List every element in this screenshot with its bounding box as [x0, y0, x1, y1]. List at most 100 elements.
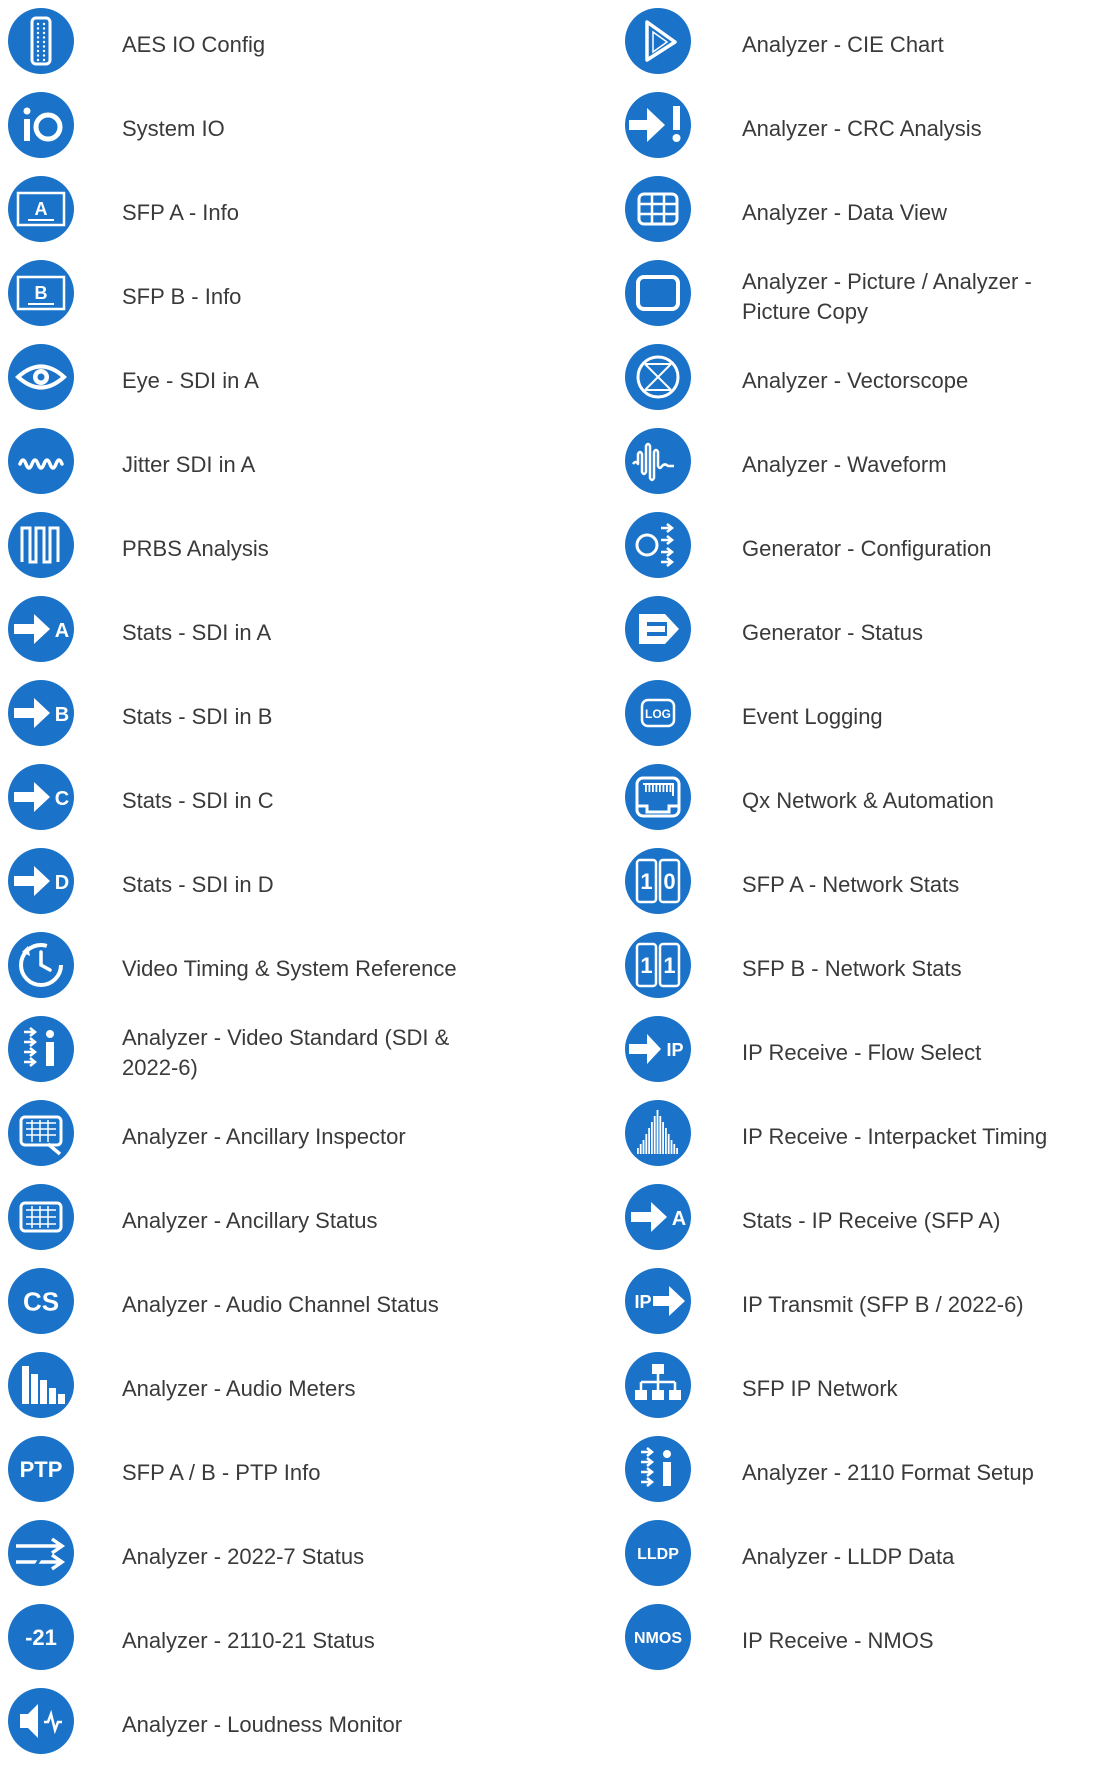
svg-text:A: A [55, 620, 69, 642]
list-item[interactable]: Analyzer - Waveform [560, 424, 1099, 508]
item-label: Analyzer - 2110 Format Setup [742, 1460, 1034, 1485]
item-label: Analyzer - 2022-7 Status [122, 1544, 365, 1569]
list-item[interactable]: -21 Analyzer - 2110-21 Status [0, 1600, 540, 1684]
list-item[interactable]: AES IO Config [0, 4, 540, 88]
svg-text:A: A [672, 1208, 686, 1230]
svg-text:IP: IP [634, 1292, 651, 1312]
item-label: Qx Network & Automation [742, 788, 994, 813]
item-label: Analyzer - CRC Analysis [742, 116, 982, 141]
svg-text:D: D [55, 872, 69, 894]
nmos-icon: NMOS [625, 1604, 691, 1670]
arrow-c-icon: C [8, 764, 74, 830]
list-item[interactable]: LOG Event Logging [560, 676, 1099, 760]
list-item[interactable]: Analyzer - CRC Analysis [560, 88, 1099, 172]
list-item[interactable]: C Stats - SDI in C [0, 760, 540, 844]
list-item[interactable]: Analyzer - Video Standard (SDI & 2022-6) [0, 1012, 540, 1096]
grid-table-icon [625, 176, 691, 242]
list-item[interactable]: 1 1 SFP B - Network Stats [560, 928, 1099, 1012]
item-label: Stats - SDI in C [122, 788, 274, 813]
list-item[interactable]: 1 0 SFP A - Network Stats [560, 844, 1099, 928]
icon-text: CS [23, 1286, 59, 1316]
list-item[interactable]: IP IP Transmit (SFP B / 2022-6) [560, 1264, 1099, 1348]
svg-text:IP: IP [666, 1040, 683, 1060]
cs-icon: CS [8, 1268, 74, 1334]
lldp-icon: LLDP [625, 1520, 691, 1586]
aes-connector-icon [8, 8, 74, 74]
arrows-info-icon [625, 1436, 691, 1502]
list-item[interactable]: PRBS Analysis [0, 508, 540, 592]
minus-21-icon: -21 [8, 1604, 74, 1670]
item-label: SFP B - Network Stats [742, 956, 962, 981]
list-item[interactable]: A Stats - IP Receive (SFP A) [560, 1180, 1099, 1264]
list-item[interactable]: Analyzer - Vectorscope [560, 340, 1099, 424]
list-item[interactable]: Analyzer - CIE Chart [560, 4, 1099, 88]
list-item[interactable]: Qx Network & Automation [560, 760, 1099, 844]
item-label: Analyzer - Data View [742, 200, 948, 225]
arrow-alert-icon [625, 92, 691, 158]
ancillary-inspector-icon [8, 1100, 74, 1166]
log-icon: LOG [625, 680, 691, 746]
list-item[interactable]: Generator - Configuration [560, 508, 1099, 592]
list-item[interactable]: PTP SFP A / B - PTP Info [0, 1432, 540, 1516]
item-label: Analyzer - Vectorscope [742, 368, 969, 393]
list-item[interactable]: Jitter SDI in A [0, 424, 540, 508]
list-item[interactable]: B SFP B - Info [0, 256, 540, 340]
list-item[interactable]: IP Receive - Interpacket Timing [560, 1096, 1099, 1180]
item-label: Stats - SDI in A [122, 620, 272, 645]
waveform-icon [625, 428, 691, 494]
list-item[interactable]: Generator - Status [560, 592, 1099, 676]
list-item[interactable]: NMOS IP Receive - NMOS [560, 1600, 1099, 1684]
list-item[interactable]: IP IP Receive - Flow Select [560, 1012, 1099, 1096]
item-label: IP Receive - NMOS [742, 1628, 934, 1653]
item-label: Analyzer - Ancillary Inspector [122, 1124, 406, 1149]
svg-text:1: 1 [663, 953, 675, 978]
item-label: Analyzer - CIE Chart [742, 32, 944, 57]
item-label: Analyzer - Waveform [742, 452, 947, 477]
list-item[interactable]: System IO [0, 88, 540, 172]
item-label: System IO [122, 116, 225, 141]
item-label: Analyzer - Loudness Monitor [122, 1712, 403, 1737]
item-label: Jitter SDI in A [122, 452, 256, 477]
item-label: Generator - Status [742, 620, 923, 645]
arrow-b-icon: B [8, 680, 74, 746]
generator-config-icon [625, 512, 691, 578]
item-label: Analyzer - LLDP Data [742, 1544, 955, 1569]
svg-text:1: 1 [640, 953, 652, 978]
sfp-a-icon: A [8, 176, 74, 242]
list-item[interactable]: Analyzer - Loudness Monitor [0, 1684, 540, 1768]
item-label: Analyzer - Ancillary Status [122, 1208, 378, 1233]
list-item[interactable]: Analyzer - 2022-7 Status [0, 1516, 540, 1600]
list-item[interactable]: Analyzer - Ancillary Inspector [0, 1096, 540, 1180]
list-item[interactable]: A Stats - SDI in A [0, 592, 540, 676]
list-item[interactable]: B Stats - SDI in B [0, 676, 540, 760]
clock-refresh-icon [8, 932, 74, 998]
list-item[interactable]: Analyzer - Audio Meters [0, 1348, 540, 1432]
prbs-pulse-icon [8, 512, 74, 578]
item-label: PRBS Analysis [122, 536, 269, 561]
icon-text: NMOS [634, 1630, 682, 1647]
svg-text:B: B [35, 283, 48, 303]
network-port-icon [625, 764, 691, 830]
counter-10-icon: 10 [625, 848, 691, 914]
item-label: SFP A - Info [122, 200, 239, 225]
list-item[interactable]: Analyzer - Data View [560, 172, 1099, 256]
list-item[interactable]: CS Analyzer - Audio Channel Status [0, 1264, 540, 1348]
interpacket-icon [625, 1100, 691, 1166]
list-item[interactable]: Analyzer - 2110 Format Setup [560, 1432, 1099, 1516]
item-label: SFP IP Network [742, 1376, 898, 1401]
list-item[interactable]: Eye - SDI in A [0, 340, 540, 424]
list-item[interactable]: SFP IP Network [560, 1348, 1099, 1432]
list-item[interactable]: A SFP A - Info [0, 172, 540, 256]
list-item[interactable]: Analyzer - Ancillary Status [0, 1180, 540, 1264]
list-item[interactable]: LLDP Analyzer - LLDP Data [560, 1516, 1099, 1600]
arrow-a-icon: A [625, 1184, 691, 1250]
audio-meters-icon [8, 1352, 74, 1418]
svg-text:C: C [55, 788, 69, 810]
list-item[interactable]: Analyzer - Picture / Analyzer - Picture … [560, 256, 1099, 340]
item-label: AES IO Config [122, 32, 266, 57]
list-item[interactable]: Video Timing & System Reference [0, 928, 540, 1012]
list-item[interactable]: D Stats - SDI in D [0, 844, 540, 928]
vectorscope-icon [625, 344, 691, 410]
svg-text:B: B [55, 704, 69, 726]
item-label: Analyzer - Picture / Analyzer - Picture … [742, 269, 1032, 324]
